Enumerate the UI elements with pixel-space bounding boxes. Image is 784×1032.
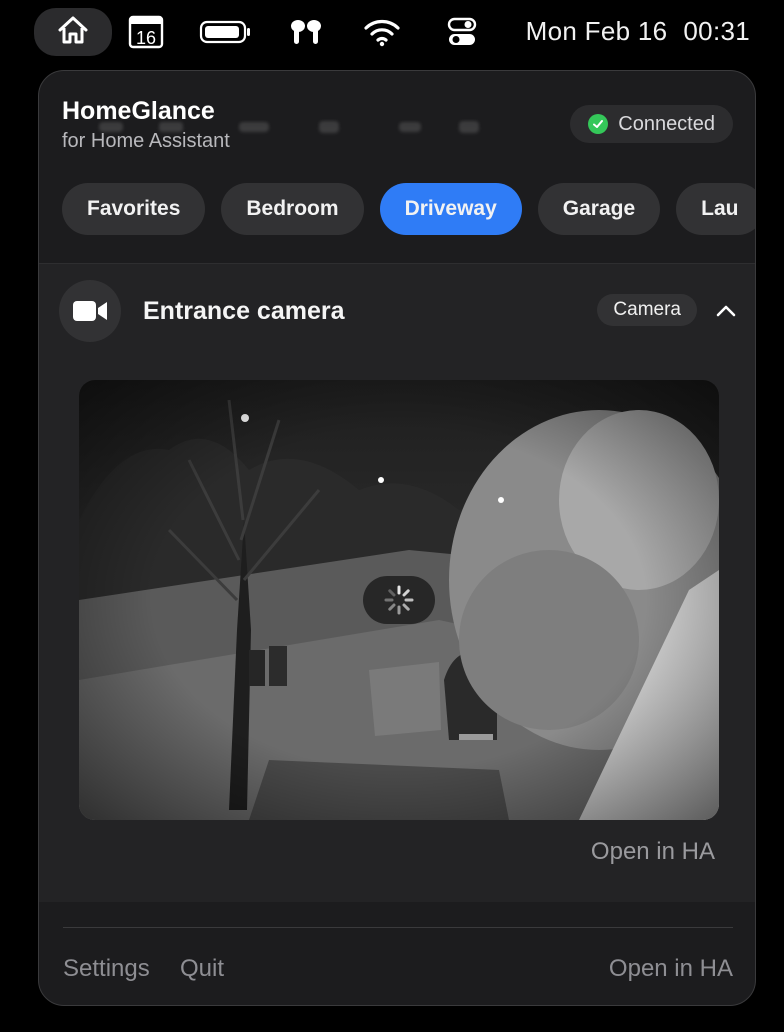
tab-laundry[interactable]: Lau: [676, 183, 755, 235]
tab-driveway[interactable]: Driveway: [379, 183, 522, 235]
footer-divider: [63, 927, 733, 928]
connection-status-badge: Connected: [570, 105, 733, 143]
footer-open-in-ha-button[interactable]: Open in HA: [609, 955, 733, 983]
loading-spinner: [363, 576, 435, 624]
entity-name: Entrance camera: [143, 297, 345, 325]
quit-button[interactable]: Quit: [180, 955, 224, 983]
tab-bedroom[interactable]: Bedroom: [221, 183, 364, 235]
calendar-icon[interactable]: 16: [126, 8, 166, 56]
homeglance-popover: HomeGlance for Home Assistant Connected …: [38, 70, 756, 1006]
chevron-up-icon[interactable]: [715, 300, 737, 322]
video-camera-icon: [59, 280, 121, 342]
checkmark-icon: [588, 114, 609, 134]
wifi-icon[interactable]: [362, 8, 402, 56]
menu-bar-clock[interactable]: Mon Feb 16 00:31: [526, 16, 750, 47]
settings-button[interactable]: Settings: [63, 955, 150, 983]
menu-bar-time: 00:31: [683, 16, 750, 46]
camera-feed[interactable]: [79, 380, 719, 820]
menu-bar-date: Mon Feb 16: [525, 16, 668, 46]
control-center-icon[interactable]: [444, 8, 480, 56]
home-icon: [57, 15, 89, 50]
app-subtitle: for Home Assistant: [62, 130, 230, 152]
airpods-icon[interactable]: [286, 8, 326, 56]
entity-card: Entrance camera Camera Open in HA: [39, 263, 755, 902]
entity-type-badge: Camera: [597, 294, 697, 326]
calendar-day: 16: [136, 28, 156, 48]
homeglance-menu-button[interactable]: [34, 8, 112, 56]
tab-garage[interactable]: Garage: [537, 183, 661, 235]
app-title: HomeGlance: [62, 97, 215, 125]
connection-status-label: Connected: [618, 112, 715, 135]
battery-icon[interactable]: [198, 8, 254, 56]
menu-bar: 16 Mon Feb 16 00:31: [0, 0, 784, 64]
footer: Settings Quit Open in HA: [63, 955, 733, 989]
tab-favorites[interactable]: Favorites: [62, 183, 206, 235]
room-tabs: Favorites Bedroom Driveway Garage Lau: [62, 183, 755, 235]
open-in-ha-link[interactable]: Open in HA: [591, 838, 715, 866]
